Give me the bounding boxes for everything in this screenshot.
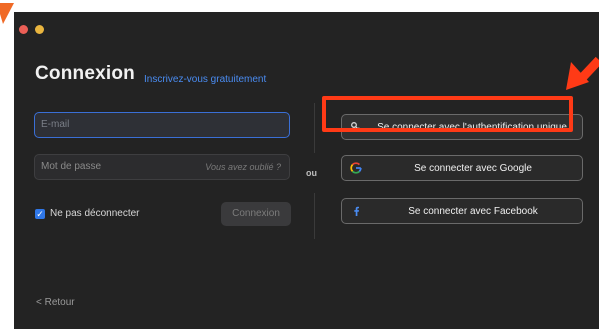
close-window-button[interactable] — [19, 25, 28, 34]
divider-bottom — [314, 193, 315, 239]
email-placeholder: E-mail — [41, 119, 70, 130]
page-title: Connexion — [35, 63, 135, 84]
back-link[interactable]: < Retour — [36, 297, 75, 308]
google-label: Se connecter avec Google — [414, 162, 532, 174]
chevron-left-icon: < — [36, 297, 45, 308]
facebook-label: Se connecter avec Facebook — [408, 205, 538, 217]
back-label: Retour — [44, 297, 75, 308]
forgot-password-link[interactable]: Vous avez oublié ? — [205, 155, 281, 179]
password-field[interactable]: Mot de passe Vous avez oublié ? — [34, 154, 290, 180]
facebook-login-button[interactable]: Se connecter avec Facebook — [341, 198, 583, 224]
password-placeholder: Mot de passe — [41, 161, 102, 172]
or-label: ou — [306, 168, 317, 178]
google-login-button[interactable]: Se connecter avec Google — [341, 155, 583, 181]
minimize-window-button[interactable] — [35, 25, 44, 34]
facebook-icon — [348, 205, 364, 217]
remember-label: Ne pas déconnecter — [50, 208, 140, 219]
arrow-top-left-icon — [0, 3, 14, 24]
divider-top — [314, 103, 315, 153]
remember-checkbox[interactable]: ✓ — [35, 208, 45, 219]
login-button[interactable]: Connexion — [221, 202, 291, 226]
google-icon — [348, 162, 364, 174]
signup-link[interactable]: Inscrivez-vous gratuitement — [144, 74, 266, 85]
highlight-box — [322, 96, 573, 132]
login-window: Connexion Inscrivez-vous gratuitement E-… — [14, 12, 599, 329]
email-field[interactable]: E-mail — [34, 112, 290, 138]
remember-me[interactable]: ✓ Ne pas déconnecter — [35, 208, 140, 219]
